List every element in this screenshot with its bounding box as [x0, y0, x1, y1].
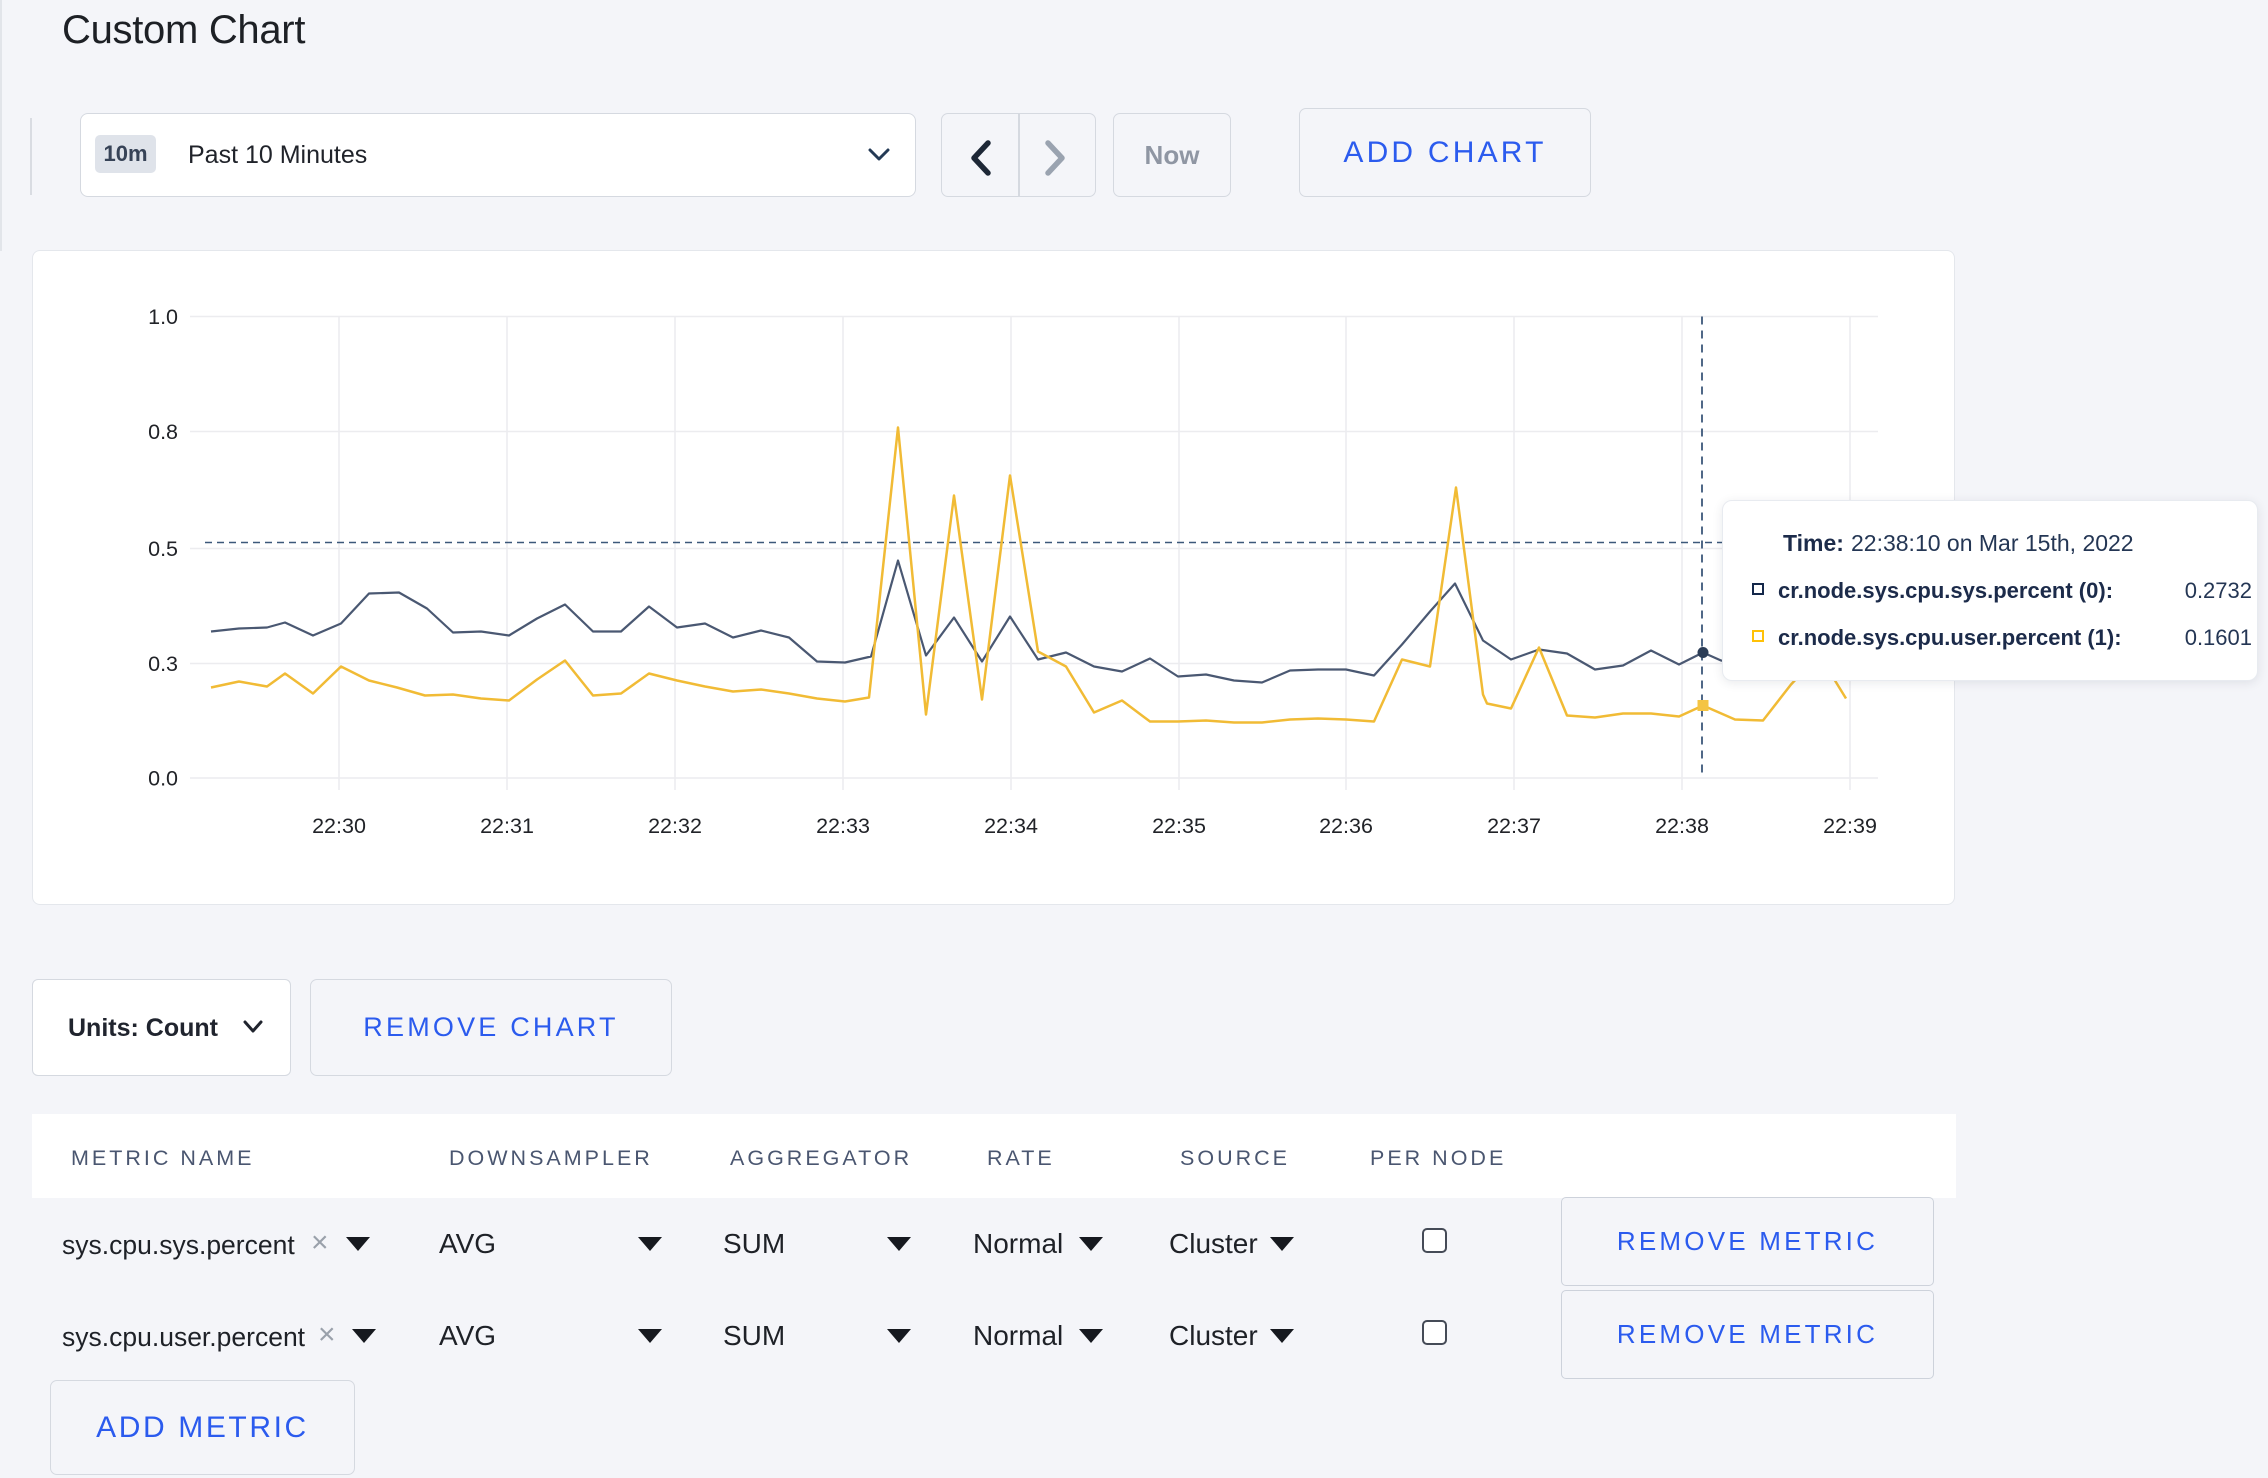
svg-text:22:33: 22:33: [816, 814, 870, 838]
svg-text:22:37: 22:37: [1487, 814, 1541, 838]
svg-text:22:36: 22:36: [1319, 814, 1373, 838]
svg-text:22:38: 22:38: [1655, 814, 1709, 838]
svg-text:0.0: 0.0: [148, 767, 178, 791]
svg-text:22:34: 22:34: [984, 814, 1038, 838]
svg-text:22:35: 22:35: [1152, 814, 1206, 838]
svg-text:0.5: 0.5: [148, 537, 178, 561]
svg-text:0.8: 0.8: [148, 420, 178, 444]
svg-text:0.3: 0.3: [148, 652, 178, 676]
svg-text:22:30: 22:30: [312, 814, 366, 838]
svg-text:22:32: 22:32: [648, 814, 702, 838]
svg-text:22:31: 22:31: [480, 814, 534, 838]
svg-text:1.0: 1.0: [148, 305, 178, 329]
svg-text:22:39: 22:39: [1823, 814, 1877, 838]
